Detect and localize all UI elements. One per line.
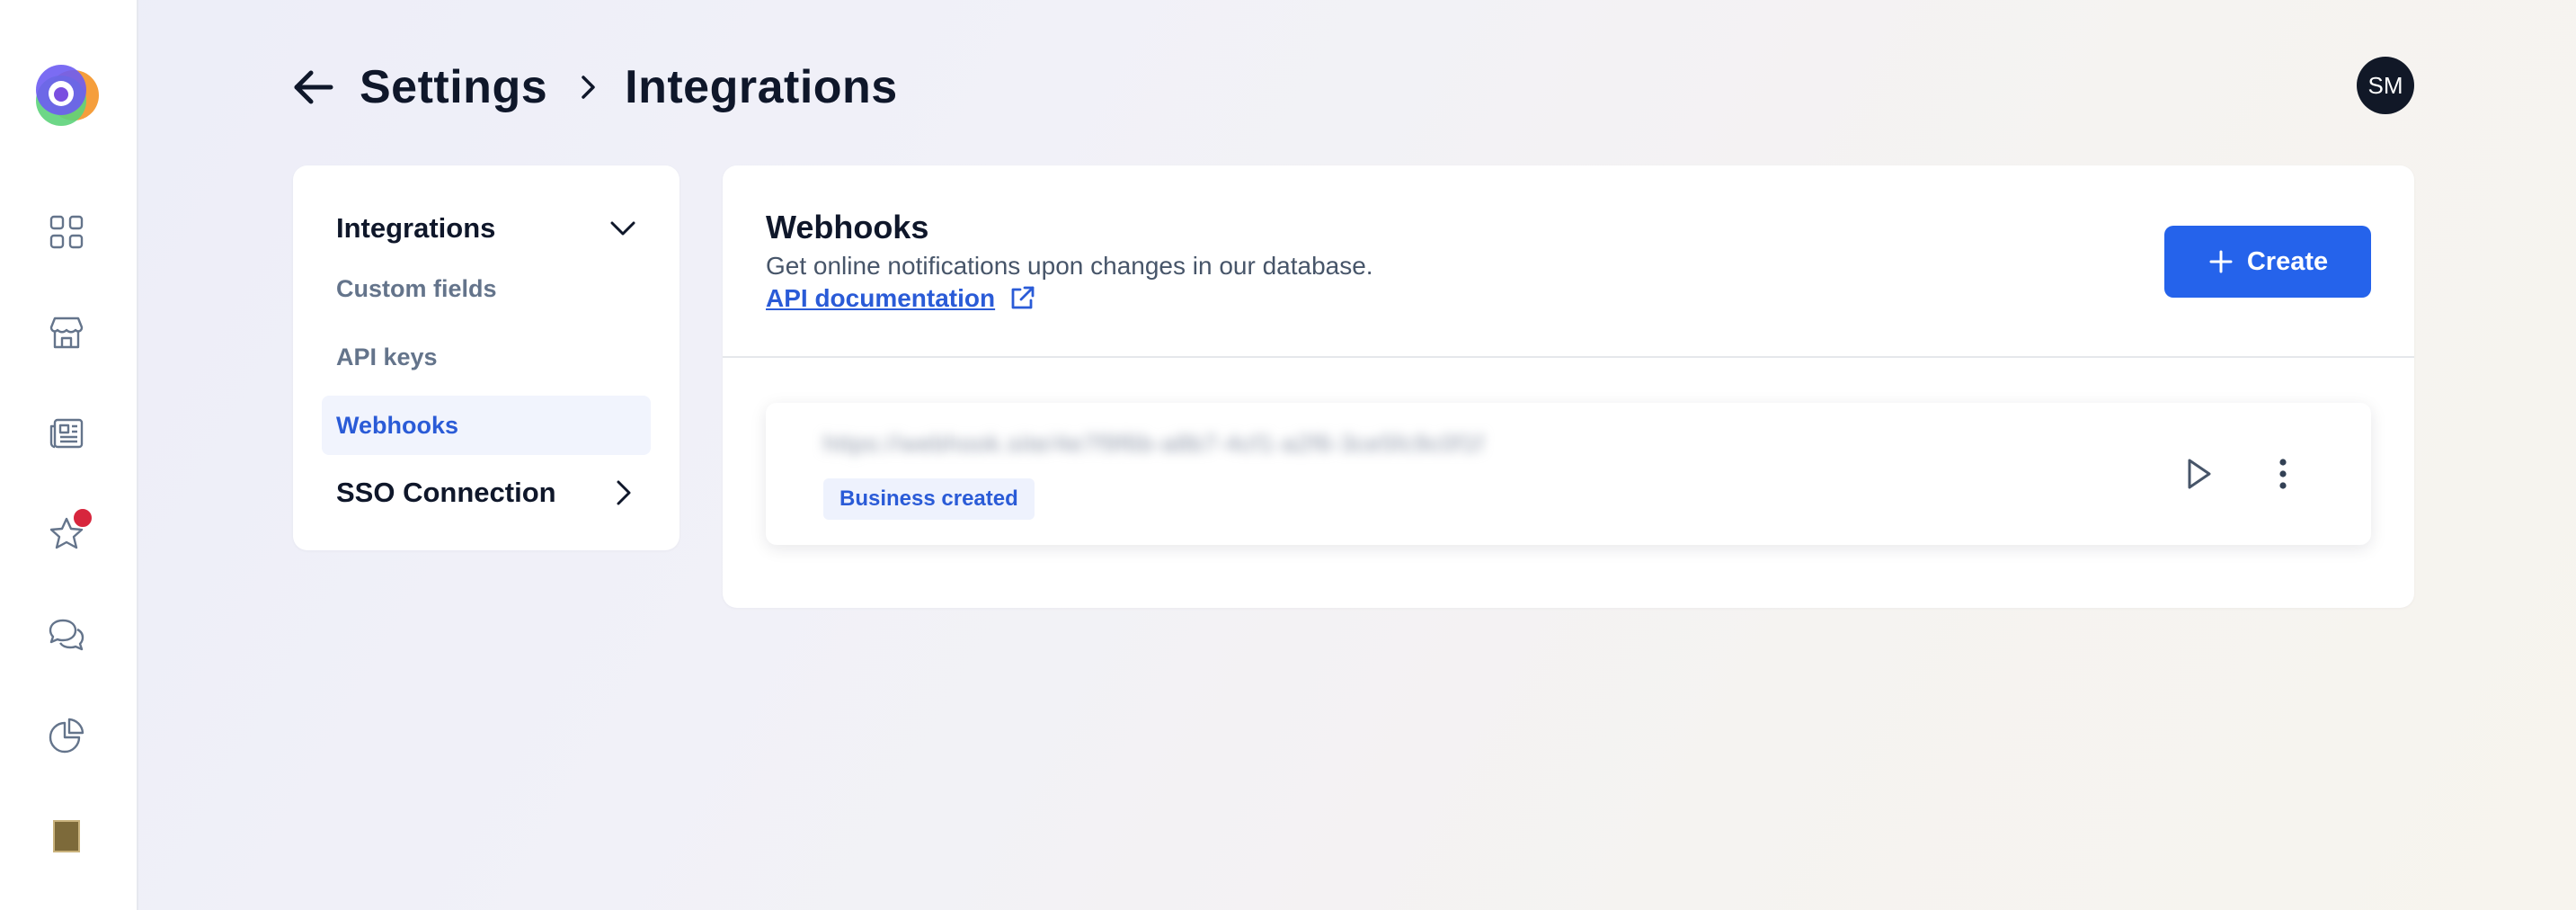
page-header: Settings Integrations [289, 56, 898, 119]
external-link-icon [1011, 286, 1035, 309]
sidebar [0, 0, 138, 910]
notification-dot [72, 507, 93, 529]
plus-icon [2209, 250, 2233, 273]
page-title: Integrations [625, 61, 898, 113]
chat-bubbles-icon[interactable] [45, 613, 88, 656]
integrations-group-toggle[interactable]: Integrations [336, 201, 638, 255]
pie-chart-icon[interactable] [45, 714, 88, 757]
back-arrow-icon[interactable] [289, 64, 336, 111]
chevron-down-icon [610, 221, 635, 236]
create-webhook-button[interactable]: Create [2164, 226, 2371, 298]
play-icon[interactable] [2181, 454, 2216, 494]
newspaper-icon[interactable] [45, 412, 88, 455]
integrations-group-title: Integrations [336, 212, 496, 244]
avatar[interactable]: SM [2357, 57, 2414, 114]
more-vertical-icon[interactable] [2265, 454, 2301, 494]
app-logo[interactable] [27, 56, 108, 137]
webhook-url: https://webhook.site/4e7f9f6b-a8b7-4cf1-… [823, 430, 1484, 457]
store-icon[interactable] [45, 311, 88, 354]
webhooks-panel: Webhooks Get online notifications upon c… [723, 165, 2414, 608]
api-documentation-label: API documentation [766, 284, 996, 312]
panel-description: Get online notifications upon changes in… [766, 252, 1373, 280]
chevron-right-icon [617, 480, 631, 505]
grid-icon[interactable] [45, 210, 88, 254]
api-documentation-link[interactable]: API documentation [766, 284, 1036, 313]
profile-thumbnail[interactable] [53, 820, 80, 852]
settings-subnav: Integrations Custom fields API keys Webh… [293, 165, 680, 550]
chevron-right-icon [582, 76, 595, 99]
panel-title: Webhooks [766, 209, 929, 245]
create-button-label: Create [2246, 246, 2329, 276]
star-icon[interactable] [45, 507, 93, 556]
divider [723, 356, 2414, 358]
sso-connection-group-toggle[interactable]: SSO Connection [336, 466, 638, 520]
breadcrumb-settings[interactable]: Settings [360, 60, 547, 114]
subnav-item-webhooks[interactable]: Webhooks [322, 396, 651, 455]
subnav-item-api-keys[interactable]: API keys [322, 327, 651, 387]
sso-connection-title: SSO Connection [336, 477, 556, 508]
webhook-event-badge: Business created [823, 478, 1035, 520]
webhook-item[interactable]: https://webhook.site/4e7f9f6b-a8b7-4cf1-… [766, 403, 2371, 545]
subnav-item-custom-fields[interactable]: Custom fields [322, 259, 651, 318]
